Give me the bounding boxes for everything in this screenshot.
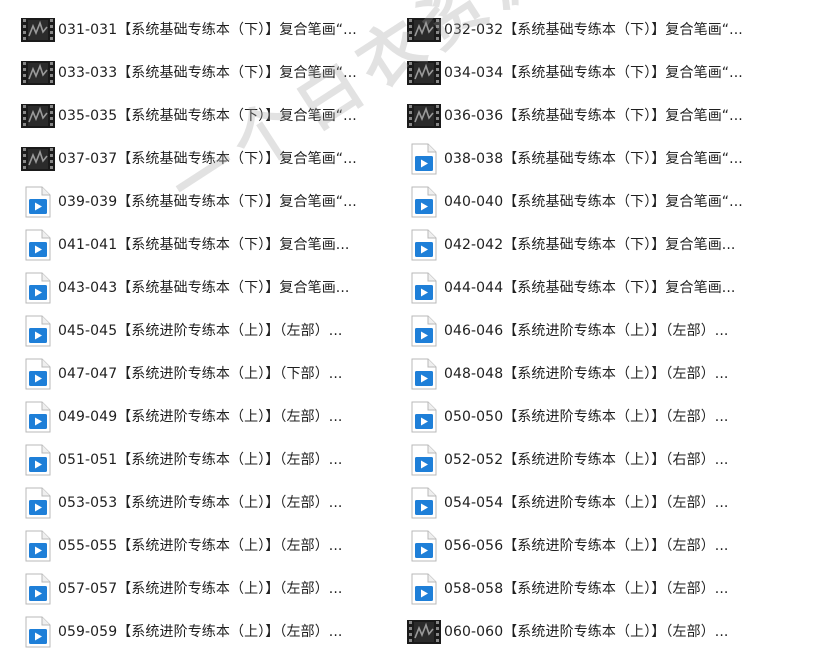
file-item[interactable]: 059-059【系统进阶专练本（上）】（左部）... <box>18 610 404 653</box>
file-item[interactable]: 051-051【系统进阶专练本（上）】（左部）... <box>18 438 404 481</box>
file-name: 041-041【系统基础专练本（下）】复合笔画... <box>58 236 350 253</box>
file-item[interactable]: 034-034【系统基础专练本（下）】复合笔画“... <box>404 51 790 94</box>
file-item[interactable]: 058-058【系统进阶专练本（上）】（左部）... <box>404 567 790 610</box>
file-name: 033-033【系统基础专练本（下）】复合笔画“... <box>58 64 357 81</box>
file-item[interactable]: 032-032【系统基础专练本（下）】复合笔画“... <box>404 8 790 51</box>
video-thumbnail-icon <box>404 614 444 650</box>
video-file-icon <box>404 485 444 521</box>
file-item[interactable]: 038-038【系统基础专练本（下）】复合笔画“... <box>404 137 790 180</box>
file-item[interactable]: 040-040【系统基础专练本（下）】复合笔画“... <box>404 180 790 223</box>
file-name: 053-053【系统进阶专练本（上）】（左部）... <box>58 494 343 511</box>
file-name: 039-039【系统基础专练本（下）】复合笔画“... <box>58 193 357 210</box>
file-item[interactable]: 036-036【系统基础专练本（下）】复合笔画“... <box>404 94 790 137</box>
video-thumbnail-icon <box>18 141 58 177</box>
file-name: 051-051【系统进阶专练本（上）】（左部）... <box>58 451 343 468</box>
file-name: 054-054【系统进阶专练本（上）】（左部）... <box>444 494 729 511</box>
file-name: 047-047【系统进阶专练本（上）】（下部）... <box>58 365 343 382</box>
file-item[interactable]: 035-035【系统基础专练本（下）】复合笔画“... <box>18 94 404 137</box>
file-item[interactable]: 060-060【系统进阶专练本（上）】（左部）... <box>404 610 790 653</box>
file-item[interactable]: 057-057【系统进阶专练本（上）】（左部）... <box>18 567 404 610</box>
video-file-icon <box>404 571 444 607</box>
file-item[interactable]: 050-050【系统进阶专练本（上）】（左部）... <box>404 395 790 438</box>
video-thumbnail-icon <box>404 55 444 91</box>
file-item[interactable]: 052-052【系统进阶专练本（上）】（右部）... <box>404 438 790 481</box>
file-item[interactable]: 031-031【系统基础专练本（下）】复合笔画“... <box>18 8 404 51</box>
file-name: 050-050【系统进阶专练本（上）】（左部）... <box>444 408 729 425</box>
file-item[interactable]: 041-041【系统基础专练本（下）】复合笔画... <box>18 223 404 266</box>
video-file-icon <box>18 528 58 564</box>
file-list: 031-031【系统基础专练本（下）】复合笔画“... 032-032【系统基础专… <box>18 8 790 653</box>
file-name: 034-034【系统基础专练本（下）】复合笔画“... <box>444 64 743 81</box>
file-name: 044-044【系统基础专练本（下）】复合笔画... <box>444 279 736 296</box>
file-item[interactable]: 049-049【系统进阶专练本（上）】（左部）... <box>18 395 404 438</box>
video-file-icon <box>18 571 58 607</box>
video-file-icon <box>404 184 444 220</box>
video-thumbnail-icon <box>404 98 444 134</box>
file-item[interactable]: 054-054【系统进阶专练本（上）】（左部）... <box>404 481 790 524</box>
file-name: 035-035【系统基础专练本（下）】复合笔画“... <box>58 107 357 124</box>
video-thumbnail-icon <box>18 98 58 134</box>
file-name: 037-037【系统基础专练本（下）】复合笔画“... <box>58 150 357 167</box>
video-file-icon <box>404 313 444 349</box>
file-item[interactable]: 047-047【系统进阶专练本（上）】（下部）... <box>18 352 404 395</box>
video-file-icon <box>404 227 444 263</box>
file-name: 048-048【系统进阶专练本（上）】（左部）... <box>444 365 729 382</box>
video-thumbnail-icon <box>18 12 58 48</box>
file-item[interactable]: 044-044【系统基础专练本（下）】复合笔画... <box>404 266 790 309</box>
file-name: 060-060【系统进阶专练本（上）】（左部）... <box>444 623 729 640</box>
video-file-icon <box>18 485 58 521</box>
file-item[interactable]: 046-046【系统进阶专练本（上）】（左部）... <box>404 309 790 352</box>
file-name: 059-059【系统进阶专练本（上）】（左部）... <box>58 623 343 640</box>
file-name: 036-036【系统基础专练本（下）】复合笔画“... <box>444 107 743 124</box>
video-file-icon <box>404 399 444 435</box>
file-item[interactable]: 055-055【系统进阶专练本（上）】（左部）... <box>18 524 404 567</box>
video-file-icon <box>18 270 58 306</box>
file-name: 055-055【系统进阶专练本（上）】（左部）... <box>58 537 343 554</box>
file-name: 031-031【系统基础专练本（下）】复合笔画“... <box>58 21 357 38</box>
file-item[interactable]: 053-053【系统进阶专练本（上）】（左部）... <box>18 481 404 524</box>
file-name: 038-038【系统基础专练本（下）】复合笔画“... <box>444 150 743 167</box>
file-name: 032-032【系统基础专练本（下）】复合笔画“... <box>444 21 743 38</box>
file-name: 058-058【系统进阶专练本（上）】（左部）... <box>444 580 729 597</box>
video-thumbnail-icon <box>18 55 58 91</box>
video-file-icon <box>18 614 58 650</box>
video-file-icon <box>18 313 58 349</box>
video-file-icon <box>18 356 58 392</box>
video-file-icon <box>404 356 444 392</box>
file-item[interactable]: 043-043【系统基础专练本（下）】复合笔画... <box>18 266 404 309</box>
video-thumbnail-icon <box>404 12 444 48</box>
file-name: 049-049【系统进阶专练本（上）】（左部）... <box>58 408 343 425</box>
file-name: 045-045【系统进阶专练本（上）】（左部）... <box>58 322 343 339</box>
video-file-icon <box>404 141 444 177</box>
file-name: 056-056【系统进阶专练本（上）】（左部）... <box>444 537 729 554</box>
video-file-icon <box>18 227 58 263</box>
file-item[interactable]: 056-056【系统进阶专练本（上）】（左部）... <box>404 524 790 567</box>
video-file-icon <box>18 442 58 478</box>
file-item[interactable]: 042-042【系统基础专练本（下）】复合笔画... <box>404 223 790 266</box>
file-name: 040-040【系统基础专练本（下）】复合笔画“... <box>444 193 743 210</box>
file-name: 043-043【系统基础专练本（下）】复合笔画... <box>58 279 350 296</box>
video-file-icon <box>18 399 58 435</box>
video-file-icon <box>404 270 444 306</box>
file-item[interactable]: 048-048【系统进阶专练本（上）】（左部）... <box>404 352 790 395</box>
video-file-icon <box>404 528 444 564</box>
file-item[interactable]: 039-039【系统基础专练本（下）】复合笔画“... <box>18 180 404 223</box>
file-name: 057-057【系统进阶专练本（上）】（左部）... <box>58 580 343 597</box>
file-item[interactable]: 037-037【系统基础专练本（下）】复合笔画“... <box>18 137 404 180</box>
file-name: 046-046【系统进阶专练本（上）】（左部）... <box>444 322 729 339</box>
file-name: 042-042【系统基础专练本（下）】复合笔画... <box>444 236 736 253</box>
video-file-icon <box>404 442 444 478</box>
file-item[interactable]: 033-033【系统基础专练本（下）】复合笔画“... <box>18 51 404 94</box>
video-file-icon <box>18 184 58 220</box>
file-item[interactable]: 045-045【系统进阶专练本（上）】（左部）... <box>18 309 404 352</box>
file-name: 052-052【系统进阶专练本（上）】（右部）... <box>444 451 729 468</box>
